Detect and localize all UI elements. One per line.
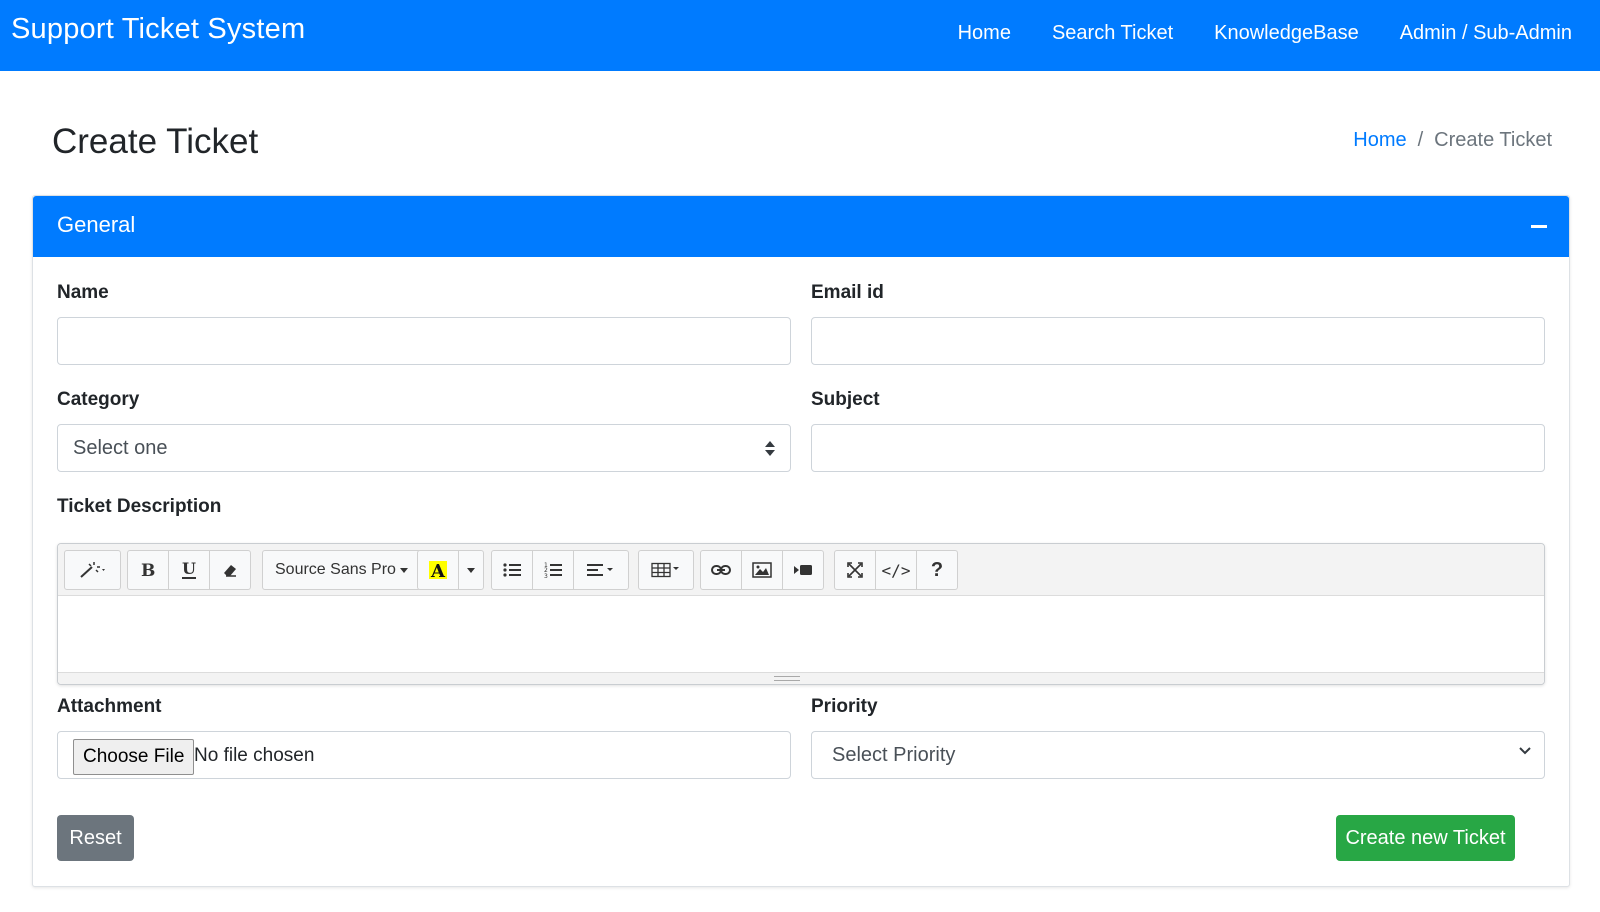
- table-group: [638, 550, 694, 590]
- name-input[interactable]: [57, 317, 791, 365]
- card-title: General: [57, 212, 136, 237]
- caret-down-icon: [467, 567, 475, 573]
- misc-group: </> ?: [834, 550, 958, 590]
- breadcrumb-home[interactable]: Home: [1353, 129, 1406, 152]
- description-label: Ticket Description: [57, 496, 222, 517]
- category-select[interactable]: Select one: [57, 424, 791, 472]
- chevron-down-icon: [1519, 747, 1531, 755]
- nav-home[interactable]: Home: [958, 22, 1011, 45]
- breadcrumb-separator: /: [1417, 129, 1424, 151]
- color-dropdown-icon[interactable]: [458, 550, 484, 590]
- svg-text:3: 3: [544, 573, 548, 579]
- text-color-icon[interactable]: A: [417, 550, 459, 590]
- rich-text-editor: B U Source Sans Pro A 1 2 3 </> ?: [57, 543, 1545, 685]
- caret-down-icon: [399, 567, 408, 573]
- help-label: ?: [930, 558, 944, 581]
- select-arrows-icon: [765, 441, 775, 457]
- video-icon[interactable]: [782, 550, 824, 590]
- brand-title[interactable]: Support Ticket System: [11, 13, 305, 46]
- reset-button[interactable]: Reset: [57, 815, 134, 861]
- top-navbar: Support Ticket System Home Search Ticket…: [0, 0, 1600, 71]
- priority-label: Priority: [811, 696, 878, 717]
- nav-search-ticket[interactable]: Search Ticket: [1052, 22, 1173, 45]
- nav-knowledgebase[interactable]: KnowledgeBase: [1214, 22, 1359, 45]
- attachment-label: Attachment: [57, 696, 162, 717]
- fullscreen-icon[interactable]: [834, 550, 876, 590]
- style-group: [64, 550, 121, 590]
- breadcrumb: Home / Create Ticket: [1353, 129, 1552, 152]
- svg-text:U: U: [182, 560, 196, 578]
- paragraph-group: 123: [491, 550, 629, 590]
- email-input[interactable]: [811, 317, 1545, 365]
- attachment-file-input[interactable]: Choose File No file chosen: [57, 731, 791, 779]
- font-name-label: Source Sans Pro: [275, 561, 396, 578]
- unordered-list-icon[interactable]: [491, 550, 533, 590]
- editor-resize-bar[interactable]: [58, 672, 1544, 684]
- bold-icon[interactable]: B: [127, 550, 169, 590]
- ordered-list-icon[interactable]: 123: [532, 550, 574, 590]
- card-header: General: [33, 196, 1569, 257]
- color-group: A: [417, 550, 484, 590]
- category-selected-value: Select one: [73, 436, 168, 459]
- priority-selected-value: Select Priority: [832, 743, 956, 766]
- insert-group: [700, 550, 824, 590]
- general-card: General Name Email id Category Select on…: [32, 195, 1570, 887]
- help-icon[interactable]: ?: [916, 550, 958, 590]
- create-ticket-button[interactable]: Create new Ticket: [1336, 815, 1515, 861]
- email-label: Email id: [811, 282, 884, 303]
- name-label: Name: [57, 282, 109, 303]
- subject-label: Subject: [811, 389, 880, 410]
- font-style-group: B U: [127, 550, 251, 590]
- font-name-dropdown[interactable]: Source Sans Pro: [262, 550, 421, 590]
- svg-text:A: A: [430, 561, 446, 581]
- code-view-icon[interactable]: </>: [875, 550, 917, 590]
- underline-icon[interactable]: U: [168, 550, 210, 590]
- editor-toolbar: B U Source Sans Pro A 1 2 3 </> ?: [58, 544, 1544, 596]
- priority-select[interactable]: Select Priority: [811, 731, 1545, 779]
- magic-icon[interactable]: [64, 550, 121, 590]
- link-icon[interactable]: [700, 550, 742, 590]
- resize-grip-icon[interactable]: [774, 676, 800, 681]
- font-name-group: Source Sans Pro: [262, 550, 421, 590]
- nav-admin[interactable]: Admin / Sub-Admin: [1400, 22, 1572, 45]
- table-icon[interactable]: [638, 550, 694, 590]
- file-status-text: No file chosen: [194, 745, 315, 766]
- editor-content-area[interactable]: [58, 596, 1544, 672]
- svg-text:B: B: [141, 561, 155, 579]
- nav-links: Home Search Ticket KnowledgeBase Admin /…: [958, 22, 1572, 45]
- picture-icon[interactable]: [741, 550, 783, 590]
- breadcrumb-current: Create Ticket: [1434, 129, 1552, 151]
- eraser-icon[interactable]: [209, 550, 251, 590]
- minus-icon[interactable]: [1531, 225, 1547, 228]
- choose-file-button[interactable]: Choose File: [73, 739, 195, 775]
- category-label: Category: [57, 389, 140, 410]
- subject-input[interactable]: [811, 424, 1545, 472]
- code-view-label: </>: [881, 560, 911, 580]
- page-title: Create Ticket: [52, 122, 259, 161]
- align-icon[interactable]: [573, 550, 629, 590]
